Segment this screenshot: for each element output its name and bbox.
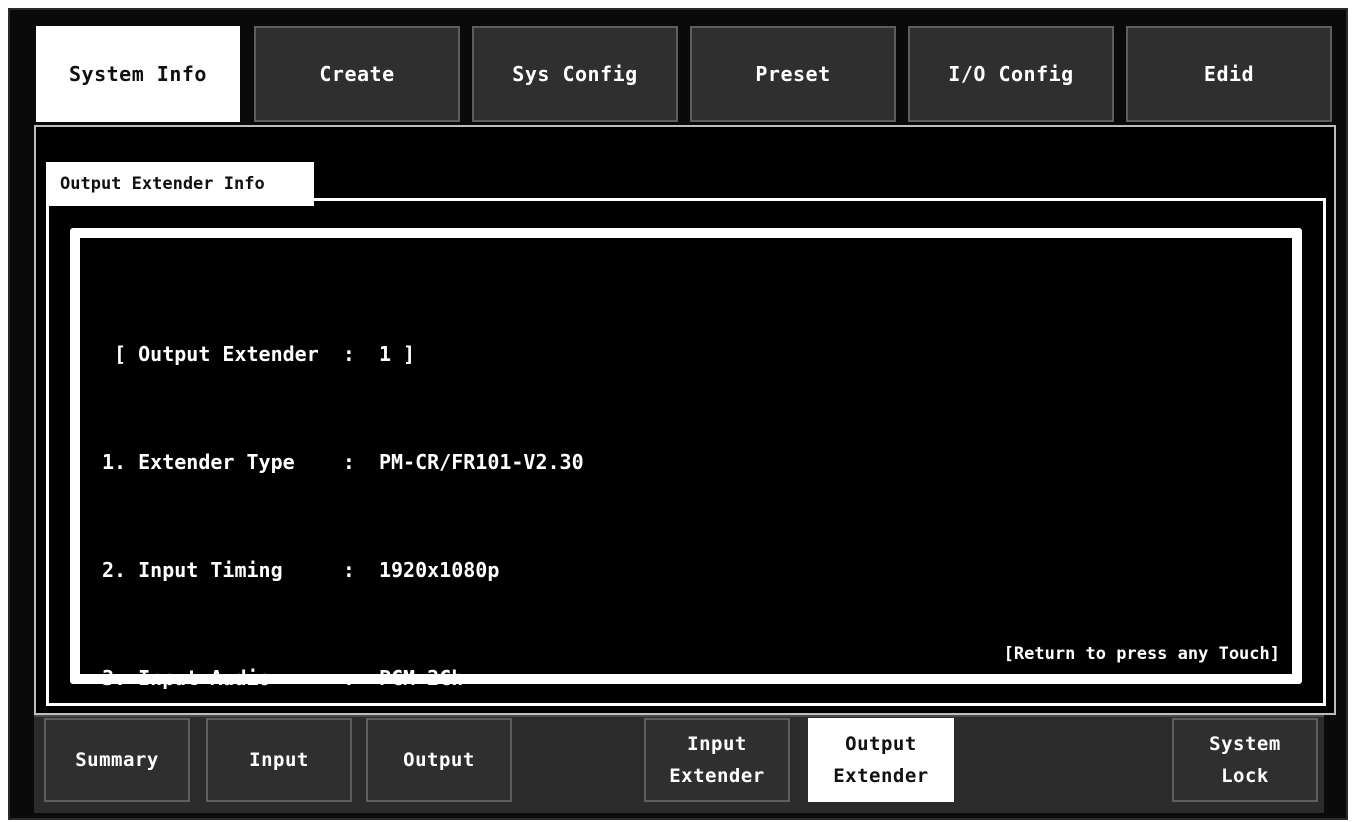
tab-create[interactable]: Create — [254, 26, 460, 122]
console-line-header: [ Output Extender : 1 ] — [102, 342, 416, 366]
tab-input[interactable]: Input — [206, 718, 352, 802]
tab-io-config[interactable]: I/O Config — [908, 26, 1114, 122]
tab-output-extender[interactable]: Output Extender — [808, 718, 954, 802]
touch-panel-screen: System Info Create Sys Config Preset I/O… — [8, 8, 1348, 820]
console-line-input-timing: 2. Input Timing : 1920x1080p — [102, 558, 500, 582]
tab-output[interactable]: Output — [366, 718, 512, 802]
console-text: [ Output Extender : 1 ] 1. Extender Type… — [102, 264, 584, 768]
tab-system-info[interactable]: System Info — [36, 26, 240, 122]
tab-edid[interactable]: Edid — [1126, 26, 1332, 122]
tab-input-extender[interactable]: Input Extender — [644, 718, 790, 802]
return-hint: [Return to press any Touch] — [1003, 644, 1280, 664]
info-console[interactable]: [ Output Extender : 1 ] 1. Extender Type… — [70, 228, 1302, 690]
tab-preset[interactable]: Preset — [690, 26, 896, 122]
tab-system-lock[interactable]: System Lock — [1172, 718, 1318, 802]
sub-tab-output-extender-info[interactable]: Output Extender Info — [46, 162, 314, 206]
tab-summary[interactable]: Summary — [44, 718, 190, 802]
tab-sys-config[interactable]: Sys Config — [472, 26, 678, 122]
console-line-extender-type: 1. Extender Type : PM-CR/FR101-V2.30 — [102, 450, 584, 474]
console-line-input-audio: 3. Input Audio : PCM 2Ch — [102, 666, 464, 690]
